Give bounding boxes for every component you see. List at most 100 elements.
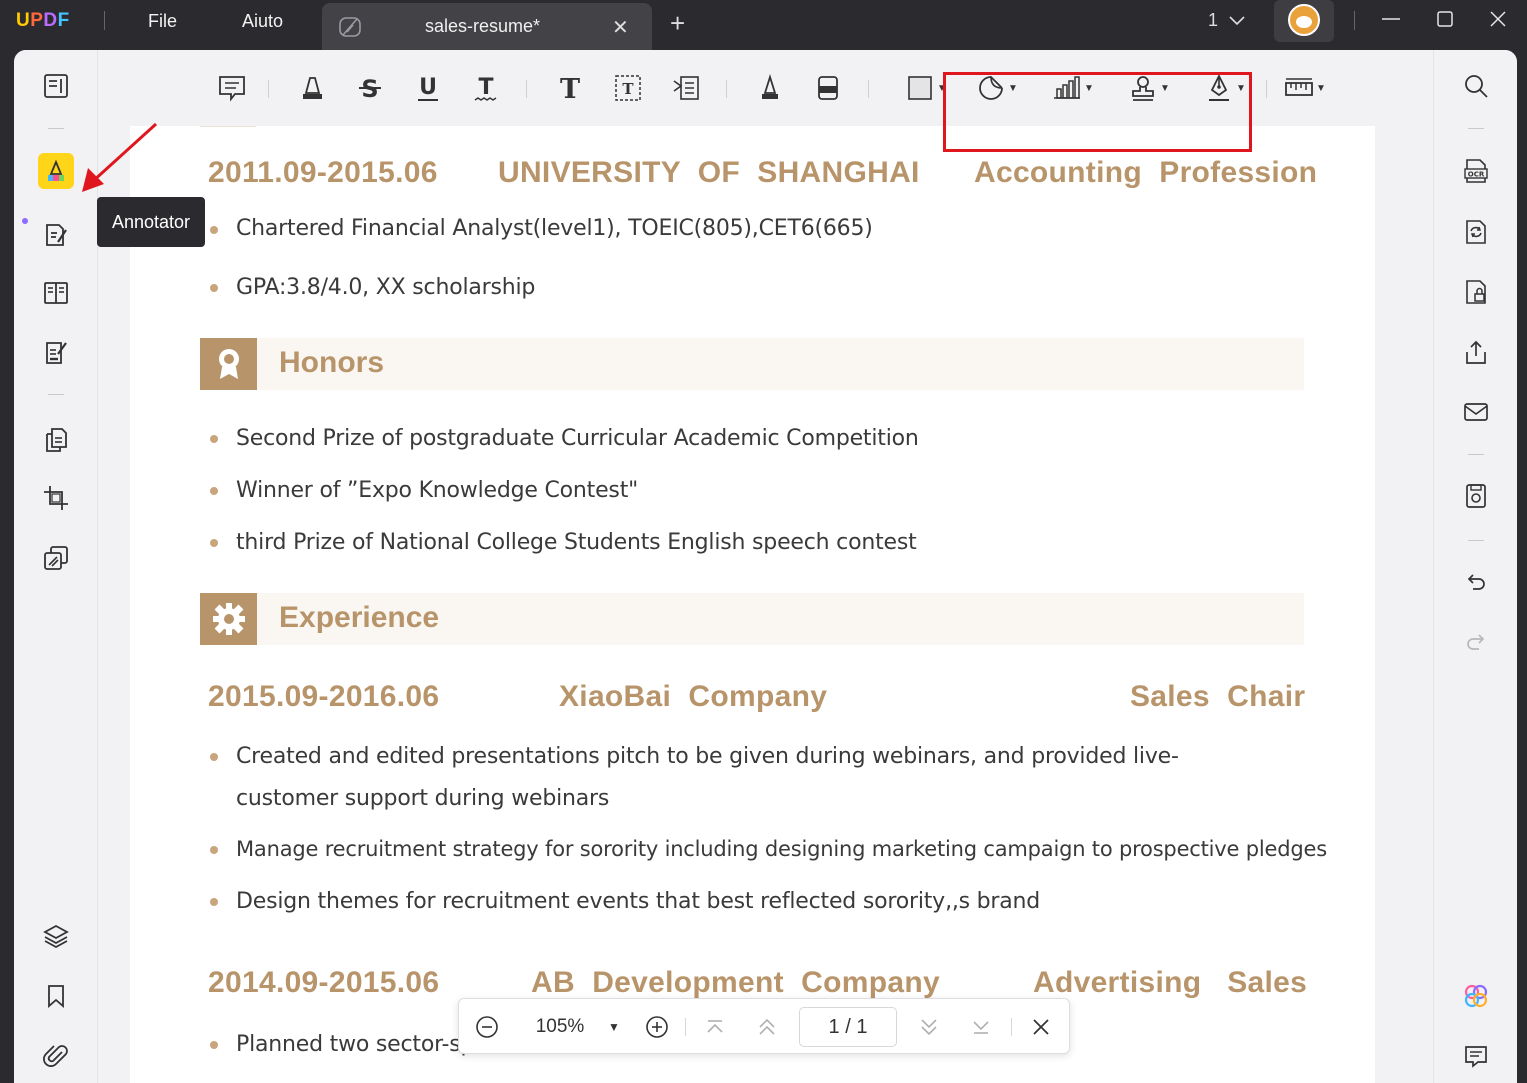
text-callout-button[interactable] bbox=[666, 68, 706, 108]
page-rule bbox=[200, 126, 256, 127]
maximize-button[interactable] bbox=[1436, 10, 1454, 34]
save-button[interactable] bbox=[1460, 480, 1492, 512]
experience-title: Experience bbox=[279, 601, 440, 634]
menu-file[interactable]: File bbox=[148, 11, 177, 32]
next-page-button[interactable] bbox=[913, 999, 945, 1055]
search-button[interactable] bbox=[1460, 70, 1492, 102]
measure-button[interactable]: ▼ bbox=[1276, 68, 1334, 108]
pencil-button[interactable] bbox=[750, 68, 790, 108]
layers-button[interactable] bbox=[38, 918, 74, 954]
share-icon bbox=[1466, 340, 1486, 364]
zoom-dropdown-icon[interactable]: ▼ bbox=[603, 999, 625, 1055]
page-indicator[interactable]: 1 bbox=[1208, 10, 1245, 31]
reader-button[interactable] bbox=[38, 68, 74, 104]
new-tab-button[interactable]: + bbox=[670, 10, 685, 36]
previous-page-button[interactable] bbox=[751, 999, 783, 1055]
rail-divider bbox=[1468, 128, 1484, 129]
honors-section-header: Honors bbox=[200, 338, 1304, 390]
page-number-input[interactable]: 1 / 1 bbox=[799, 1007, 897, 1047]
squiggly-icon: T bbox=[474, 75, 497, 101]
job-1-company: XiaoBai Company bbox=[559, 680, 828, 713]
bullet-dot bbox=[210, 539, 218, 547]
education-dates: 2011.09-2015.06 bbox=[208, 156, 438, 189]
zoom-in-button[interactable] bbox=[639, 999, 675, 1055]
education-bullet-1: Chartered Financial Analyst(level1), TOE… bbox=[236, 216, 873, 241]
svg-text:U: U bbox=[419, 75, 437, 100]
document-tab-title: sales-resume* bbox=[425, 16, 541, 36]
watermark-button[interactable] bbox=[38, 540, 74, 576]
award-icon bbox=[200, 338, 257, 390]
edit-pdf-button[interactable] bbox=[38, 217, 74, 253]
ocr-button[interactable]: OCR bbox=[1460, 155, 1492, 187]
job-1-role: Sales Chair bbox=[1130, 680, 1306, 713]
protect-icon bbox=[1466, 280, 1486, 304]
toolbar-divider bbox=[726, 80, 727, 98]
highlighter-icon bbox=[48, 159, 64, 181]
last-page-icon bbox=[973, 1021, 989, 1034]
updf-logo[interactable]: UPDF bbox=[16, 10, 70, 32]
zoom-out-icon bbox=[476, 1016, 498, 1038]
highlight-button[interactable] bbox=[292, 68, 332, 108]
zoom-level[interactable]: 105% bbox=[525, 999, 595, 1055]
bullet-dot bbox=[210, 284, 218, 292]
text-box-icon: T bbox=[615, 75, 641, 101]
ai-icon bbox=[1464, 984, 1488, 1008]
watermark-icon bbox=[44, 546, 68, 570]
redo-button[interactable] bbox=[1460, 626, 1492, 658]
eraser-button[interactable] bbox=[808, 68, 848, 108]
strikethrough-button[interactable]: S bbox=[350, 68, 390, 108]
underline-button[interactable]: U bbox=[408, 68, 448, 108]
bookmark-button[interactable] bbox=[38, 978, 74, 1014]
job-2-company: AB Development Company bbox=[531, 966, 940, 999]
menu-aiuto[interactable]: Aiuto bbox=[242, 11, 283, 32]
close-window-button[interactable] bbox=[1489, 10, 1507, 34]
email-button[interactable] bbox=[1460, 396, 1492, 428]
text-box-button[interactable]: T bbox=[608, 68, 648, 108]
first-page-icon bbox=[707, 1020, 723, 1033]
title-divider bbox=[104, 11, 105, 30]
right-tool-rail: OCR bbox=[1433, 50, 1517, 1083]
comment-button[interactable] bbox=[212, 68, 252, 108]
first-page-button[interactable] bbox=[699, 999, 731, 1055]
close-nav-button[interactable] bbox=[1025, 999, 1057, 1055]
squiggly-button[interactable]: T bbox=[466, 68, 506, 108]
fill-sign-button[interactable] bbox=[38, 335, 74, 371]
close-tab-icon[interactable]: ✕ bbox=[612, 15, 629, 40]
annotator-button[interactable] bbox=[38, 153, 74, 189]
experience-section-header: Experience bbox=[200, 593, 1304, 645]
comments-button[interactable] bbox=[1460, 1040, 1492, 1072]
job-1-dates: 2015.09-2016.06 bbox=[208, 680, 440, 713]
job-2-role: Advertising Sales bbox=[1033, 966, 1308, 999]
undo-button[interactable] bbox=[1460, 566, 1492, 598]
user-avatar[interactable] bbox=[1274, 0, 1334, 42]
crop-button[interactable] bbox=[38, 480, 74, 516]
honors-bullet-1: Second Prize of postgraduate Curricular … bbox=[236, 426, 919, 451]
protect-button[interactable] bbox=[1460, 276, 1492, 308]
last-page-button[interactable] bbox=[965, 999, 997, 1055]
rail-divider bbox=[1468, 540, 1484, 541]
attachment-button[interactable] bbox=[38, 1038, 74, 1074]
maximize-icon bbox=[1437, 11, 1453, 27]
share-button[interactable] bbox=[1460, 337, 1492, 369]
page-layout-button[interactable] bbox=[38, 275, 74, 311]
strikethrough-icon: S bbox=[359, 75, 381, 103]
search-icon bbox=[1465, 75, 1488, 98]
convert-button[interactable] bbox=[1460, 216, 1492, 248]
title-bar: UPDF File Aiuto sales-resume* ✕ + 1 bbox=[0, 0, 1527, 50]
zoom-out-button[interactable] bbox=[469, 999, 505, 1055]
toolbar-divider bbox=[1266, 80, 1267, 98]
highlight-icon bbox=[303, 77, 322, 99]
pencil-icon bbox=[762, 73, 778, 99]
document-tab-icon bbox=[339, 17, 361, 37]
bullet-dot bbox=[210, 226, 218, 234]
fill-sign-icon bbox=[46, 342, 67, 364]
nav-divider bbox=[1011, 1018, 1012, 1036]
organize-pages-icon bbox=[46, 428, 67, 452]
document-tab[interactable]: sales-resume* ✕ bbox=[322, 3, 652, 50]
organize-pages-button[interactable] bbox=[38, 422, 74, 458]
svg-text:T: T bbox=[560, 74, 580, 103]
text-button[interactable]: T bbox=[550, 68, 590, 108]
bullet-dot bbox=[210, 898, 218, 906]
ai-assistant-button[interactable] bbox=[1460, 980, 1492, 1012]
minimize-button[interactable] bbox=[1380, 6, 1402, 34]
